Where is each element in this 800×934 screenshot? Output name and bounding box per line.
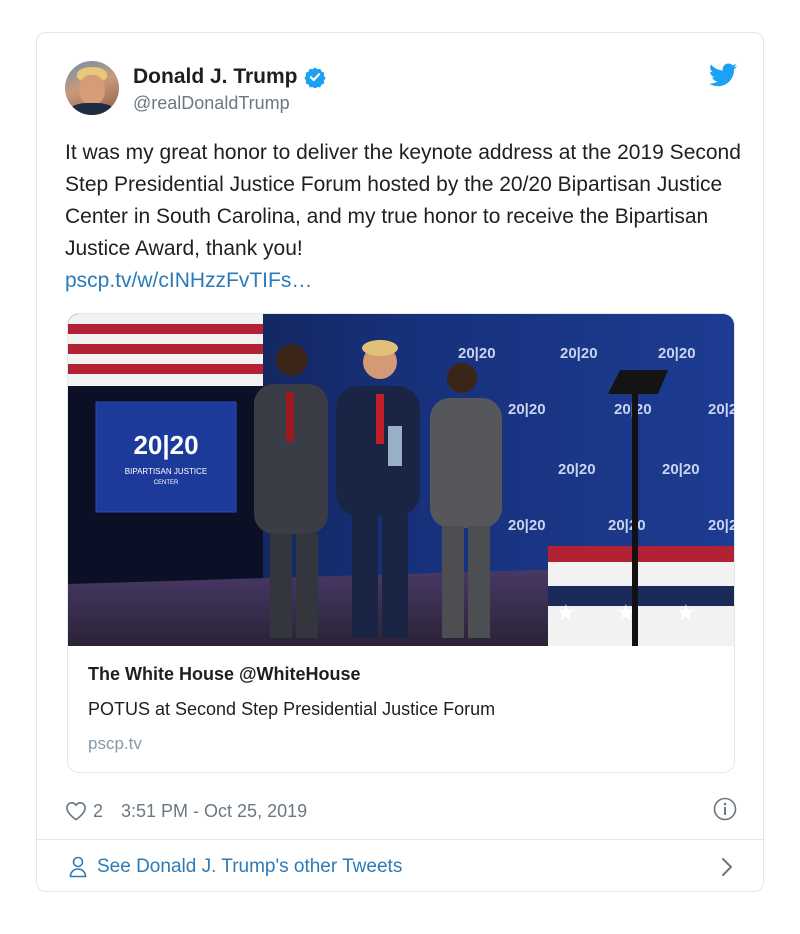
svg-text:20|20: 20|20 xyxy=(708,517,735,534)
author-avatar[interactable] xyxy=(65,61,119,115)
svg-text:20|20: 20|20 xyxy=(560,345,598,362)
svg-text:20|20: 20|20 xyxy=(708,401,735,418)
svg-text:20|20: 20|20 xyxy=(658,345,696,362)
media-card-meta: The White House @WhiteHouse POTUS at Sec… xyxy=(88,664,718,754)
svg-text:20|20: 20|20 xyxy=(508,517,546,534)
author-name-row[interactable]: Donald J. Trump xyxy=(133,65,326,89)
svg-text:20|20: 20|20 xyxy=(558,461,596,478)
media-card-domain: pscp.tv xyxy=(88,734,142,753)
author-handle[interactable]: @realDonaldTrump xyxy=(133,93,290,114)
tweet-body: It was my great honor to deliver the key… xyxy=(65,137,741,297)
svg-text:★: ★ xyxy=(556,601,576,626)
info-icon[interactable] xyxy=(713,797,737,821)
twitter-bird-icon[interactable] xyxy=(709,63,737,87)
svg-text:20|20: 20|20 xyxy=(608,517,646,534)
see-more-label[interactable]: See Donald J. Trump's other Tweets xyxy=(97,856,402,878)
heart-icon[interactable] xyxy=(65,801,87,821)
media-card[interactable]: 20|20 BIPARTISAN JUSTICE CENTER 20|20 20|… xyxy=(67,313,735,773)
tweet-timestamp[interactable]: 3:51 PM - Oct 25, 2019 xyxy=(121,801,307,822)
media-card-description: POTUS at Second Step Presidential Justic… xyxy=(88,699,496,719)
author-name[interactable]: Donald J. Trump xyxy=(133,65,298,89)
tweet-header: Donald J. Trump @realDonaldTrump xyxy=(65,61,737,121)
flag xyxy=(68,314,263,386)
tweet-footer: 2 3:51 PM - Oct 25, 2019 xyxy=(65,797,737,825)
sign-sub2-text: CENTER xyxy=(154,480,179,486)
media-photo[interactable]: 20|20 BIPARTISAN JUSTICE CENTER 20|20 20|… xyxy=(68,314,735,646)
see-more-tweets-link[interactable]: See Donald J. Trump's other Tweets xyxy=(69,851,733,883)
divider xyxy=(37,839,763,840)
person-icon xyxy=(69,856,87,878)
tweet-card: Donald J. Trump @realDonaldTrump It was … xyxy=(36,32,764,892)
tweet-text: It was my great honor to deliver the key… xyxy=(65,141,741,260)
svg-text:★: ★ xyxy=(676,601,696,626)
chevron-right-icon[interactable] xyxy=(721,857,733,877)
verified-badge-icon xyxy=(303,67,326,88)
media-card-title[interactable]: The White House @WhiteHouse xyxy=(88,664,718,685)
tweet-link[interactable]: pscp.tv/w/cINHzzFvTIFs… xyxy=(65,265,741,297)
svg-text:20|20: 20|20 xyxy=(458,345,496,362)
photo-illustration: 20|20 BIPARTISAN JUSTICE CENTER 20|20 20|… xyxy=(68,314,735,646)
like-count[interactable]: 2 xyxy=(93,801,103,822)
sign-main-text: 20|20 xyxy=(133,430,198,460)
svg-text:20|20: 20|20 xyxy=(662,461,700,478)
sign-sub-text: BIPARTISAN JUSTICE xyxy=(125,467,207,476)
svg-text:20|20: 20|20 xyxy=(508,401,546,418)
